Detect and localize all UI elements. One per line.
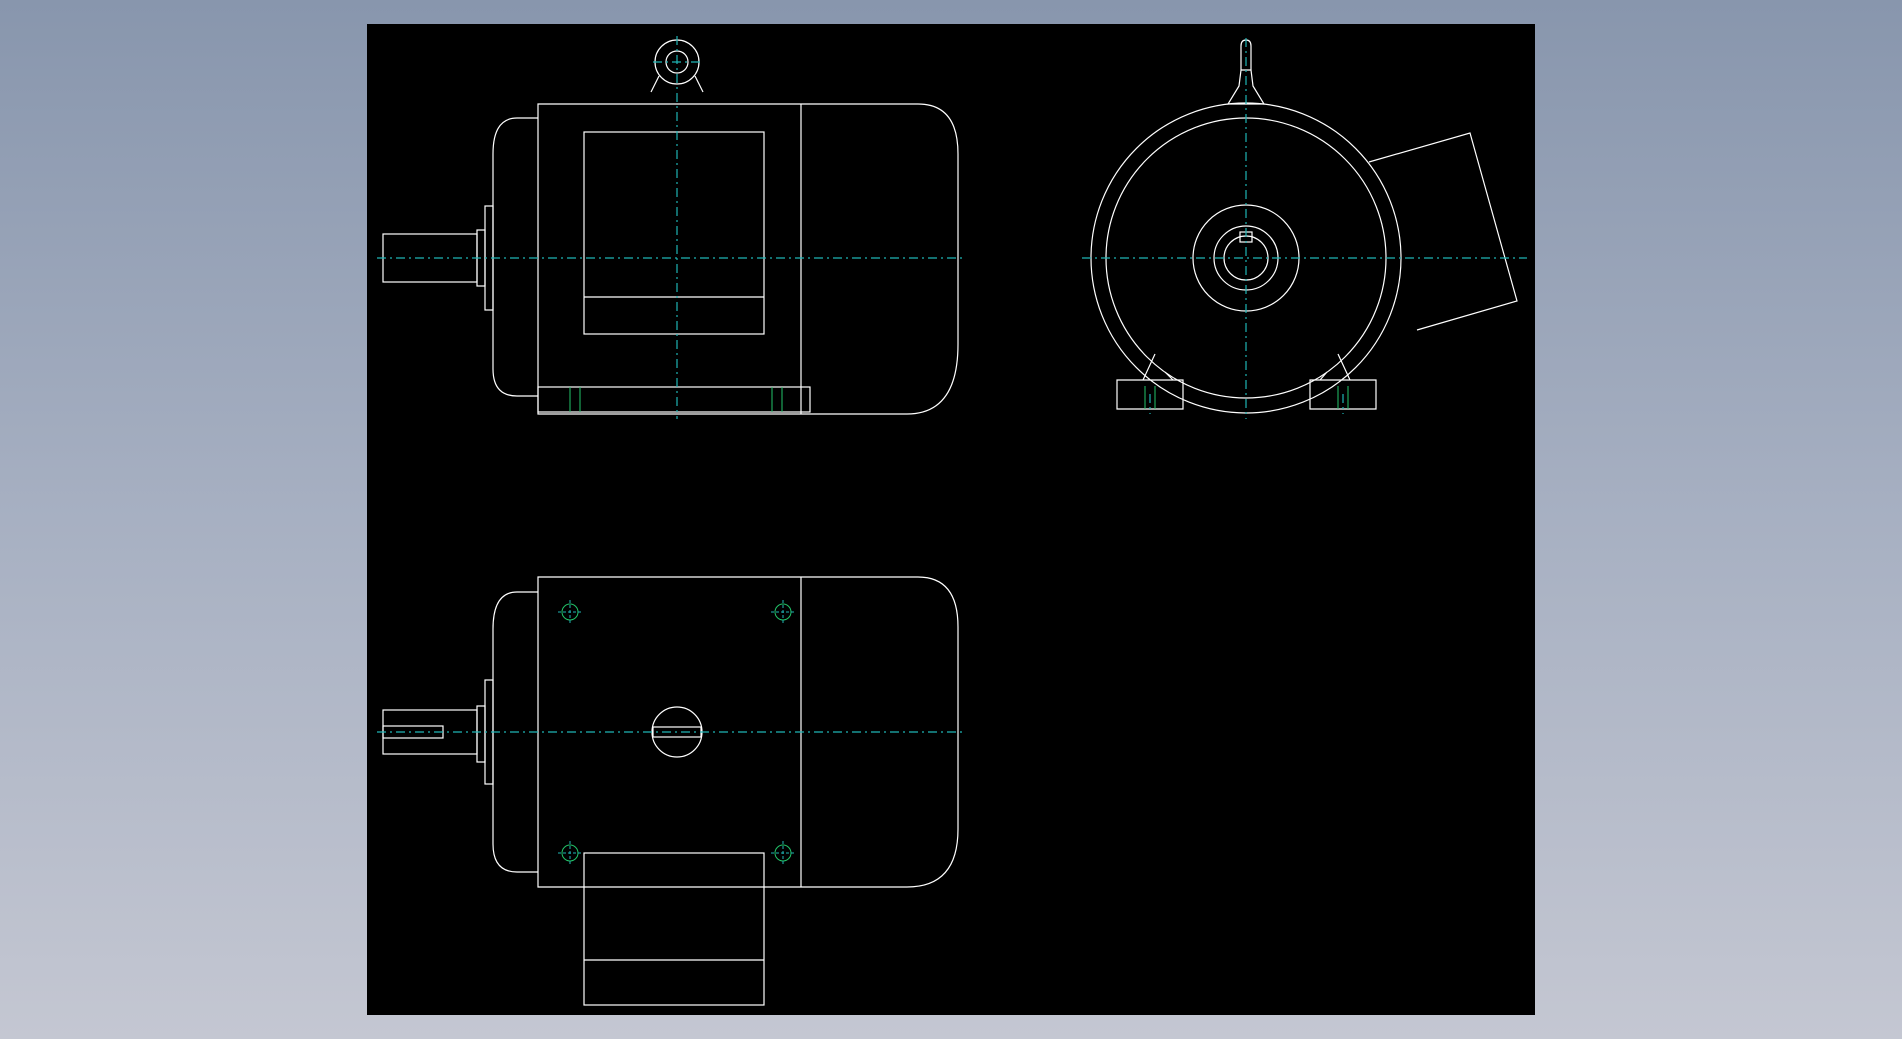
- drawing-sheet[interactable]: [367, 24, 1535, 1015]
- mounting-foot: [537, 386, 811, 413]
- terminal-box: [583, 131, 765, 335]
- terminal-box-top: [583, 852, 765, 1006]
- bolt-hole-br: [771, 841, 795, 865]
- end-shield: [492, 117, 538, 397]
- bearing-circle: [1192, 204, 1300, 312]
- bolt-hole-tr: [771, 600, 795, 624]
- bearing-cap-inner-top: [476, 705, 486, 763]
- terminal-box-angled: [1368, 132, 1518, 331]
- top-view: [377, 576, 962, 1006]
- end-view: [1082, 38, 1527, 419]
- bolt-hole-bl: [558, 841, 582, 865]
- cad-drawing: [377, 36, 1527, 1006]
- bolt-hole-tl: [558, 600, 582, 624]
- front-view: [377, 36, 962, 419]
- motor-body: [537, 103, 959, 415]
